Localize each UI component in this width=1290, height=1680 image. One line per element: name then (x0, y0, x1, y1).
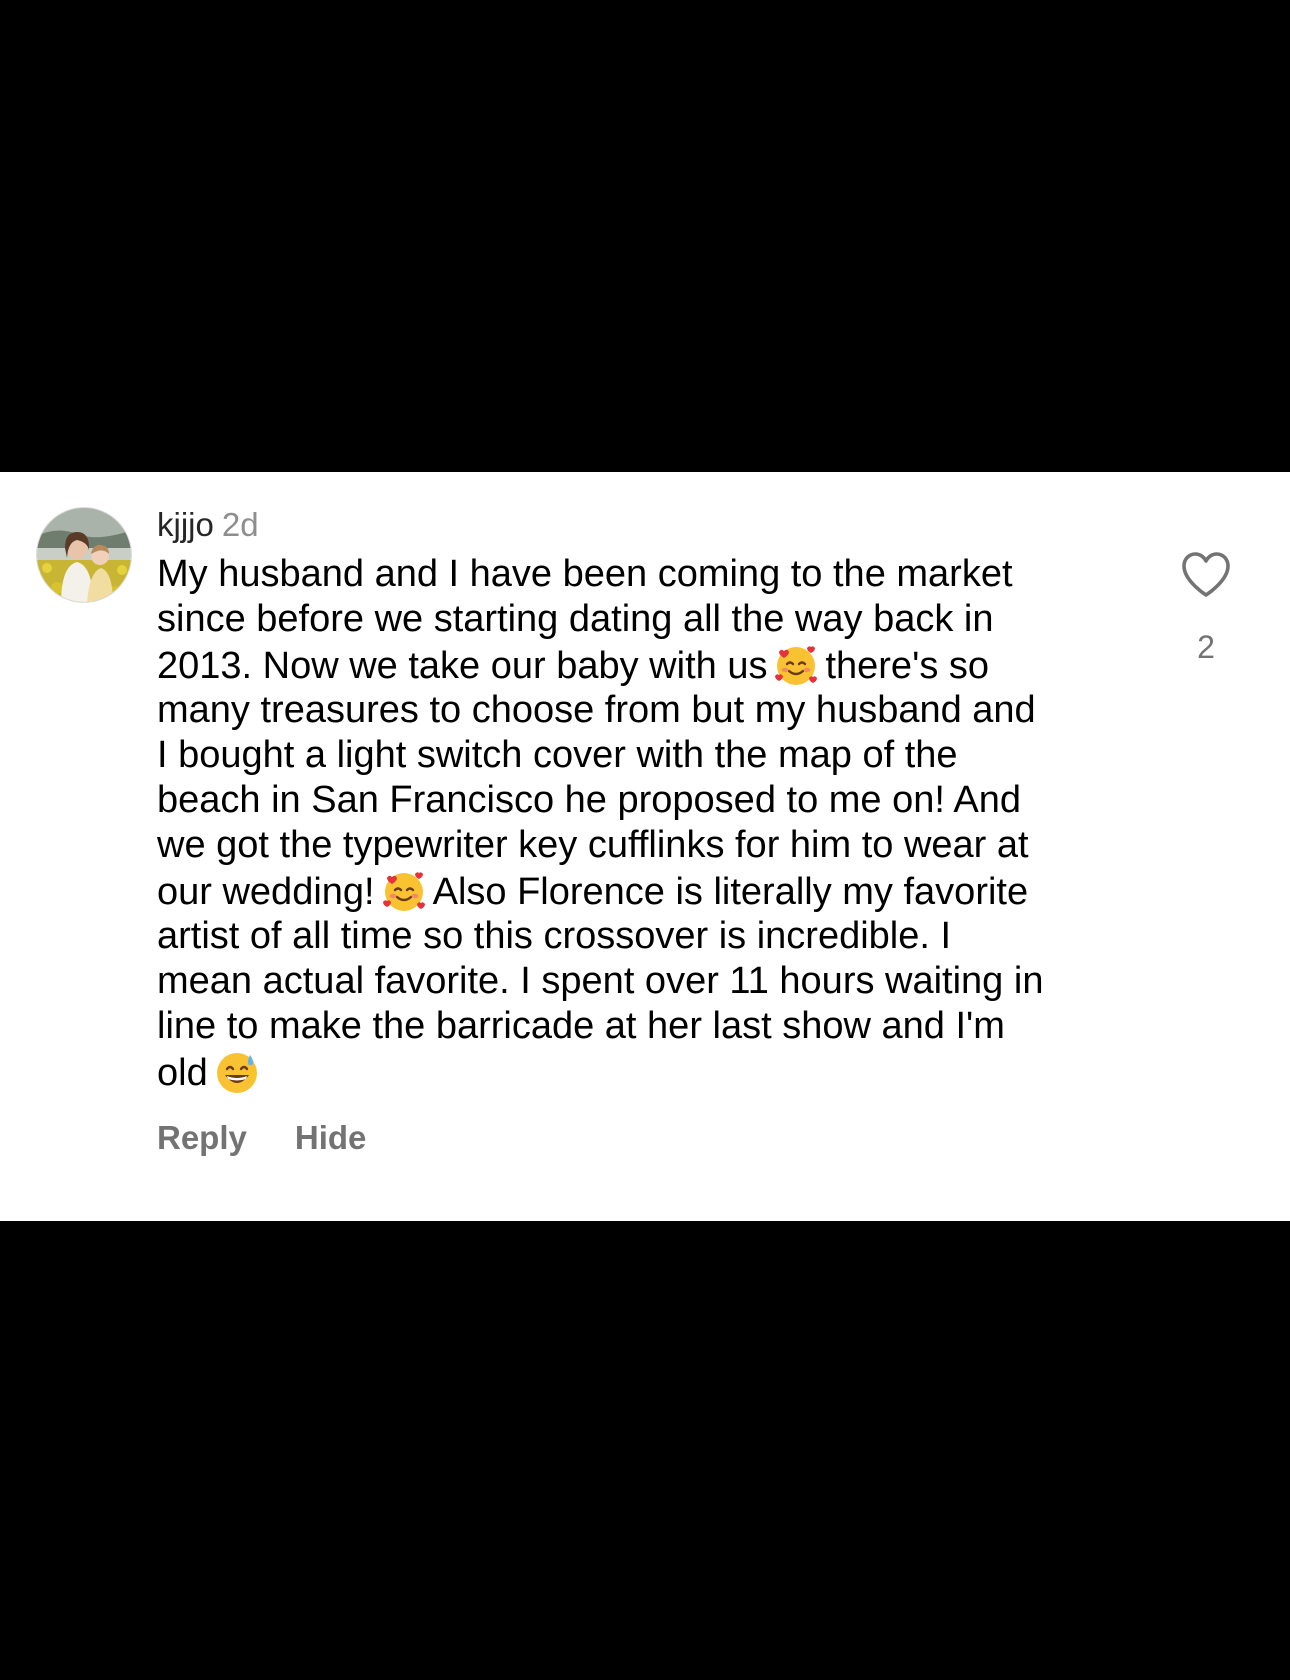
comment-text: mean actual favorite. I spent over 11 ho… (157, 960, 1044, 1003)
comment-card: kjjjo 2d My husband and I have been comin… (0, 472, 1290, 1221)
comment-body: My husband and I have been coming to the… (157, 552, 1137, 1096)
comment-line: mean actual favorite. I spent over 11 ho… (157, 959, 1137, 1004)
comment-text: old (157, 1051, 208, 1094)
bottom-black-band (0, 1221, 1290, 1680)
comment-text: since before we starting dating all the … (157, 597, 994, 640)
comment-text: Also Florence is literally my favorite (432, 870, 1029, 913)
comment-text: there's so (825, 644, 990, 687)
grinning-face-with-sweat-icon (214, 1049, 260, 1095)
smiling-face-with-hearts-icon (381, 868, 427, 914)
comment-line: our wedding! Also Florence is literally m… (157, 868, 1137, 915)
comment-text: line to make the barricade at her last s… (157, 1004, 1005, 1047)
comment-meta: kjjjo 2d (157, 505, 259, 545)
like-button[interactable] (1180, 550, 1232, 600)
comment-text: our wedding! (157, 870, 375, 913)
comment-text: many treasures to choose from but my hus… (157, 689, 1036, 732)
comment-line: since before we starting dating all the … (157, 597, 1137, 642)
comment-text: we got the typewriter key cufflinks for … (157, 823, 1029, 866)
comment-text: I bought a light switch cover with the m… (157, 734, 958, 777)
comment-line: we got the typewriter key cufflinks for … (157, 823, 1137, 868)
comment-line: line to make the barricade at her last s… (157, 1004, 1137, 1049)
comment-text: beach in San Francisco he proposed to me… (157, 778, 1021, 821)
hide-button[interactable]: Hide (295, 1119, 367, 1156)
heart-outline-icon (1182, 552, 1230, 597)
comment-actions: Reply Hide (157, 1118, 366, 1158)
comment-line: My husband and I have been coming to the… (157, 552, 1137, 597)
comment-line: many treasures to choose from but my hus… (157, 688, 1137, 733)
username[interactable]: kjjjo (157, 506, 214, 543)
reply-button[interactable]: Reply (157, 1119, 247, 1156)
comment-line: beach in San Francisco he proposed to me… (157, 778, 1137, 823)
comment-line: I bought a light switch cover with the m… (157, 733, 1137, 778)
like-count: 2 (1197, 629, 1215, 665)
comment-line: 2013. Now we take our baby with us there'… (157, 642, 1137, 689)
comment-text: My husband and I have been coming to the… (157, 553, 1013, 595)
profile-photo-avatar (37, 508, 131, 602)
comment-text: artist of all time so this crossover is … (157, 915, 952, 958)
comment-text: 2013. Now we take our baby with us (157, 644, 768, 687)
avatar[interactable] (36, 507, 132, 603)
smiling-face-with-hearts-icon (773, 642, 819, 688)
top-black-band (0, 0, 1290, 472)
timestamp: 2d (221, 506, 259, 543)
comment-line: old (157, 1049, 1137, 1096)
comment-line: artist of all time so this crossover is … (157, 914, 1137, 959)
